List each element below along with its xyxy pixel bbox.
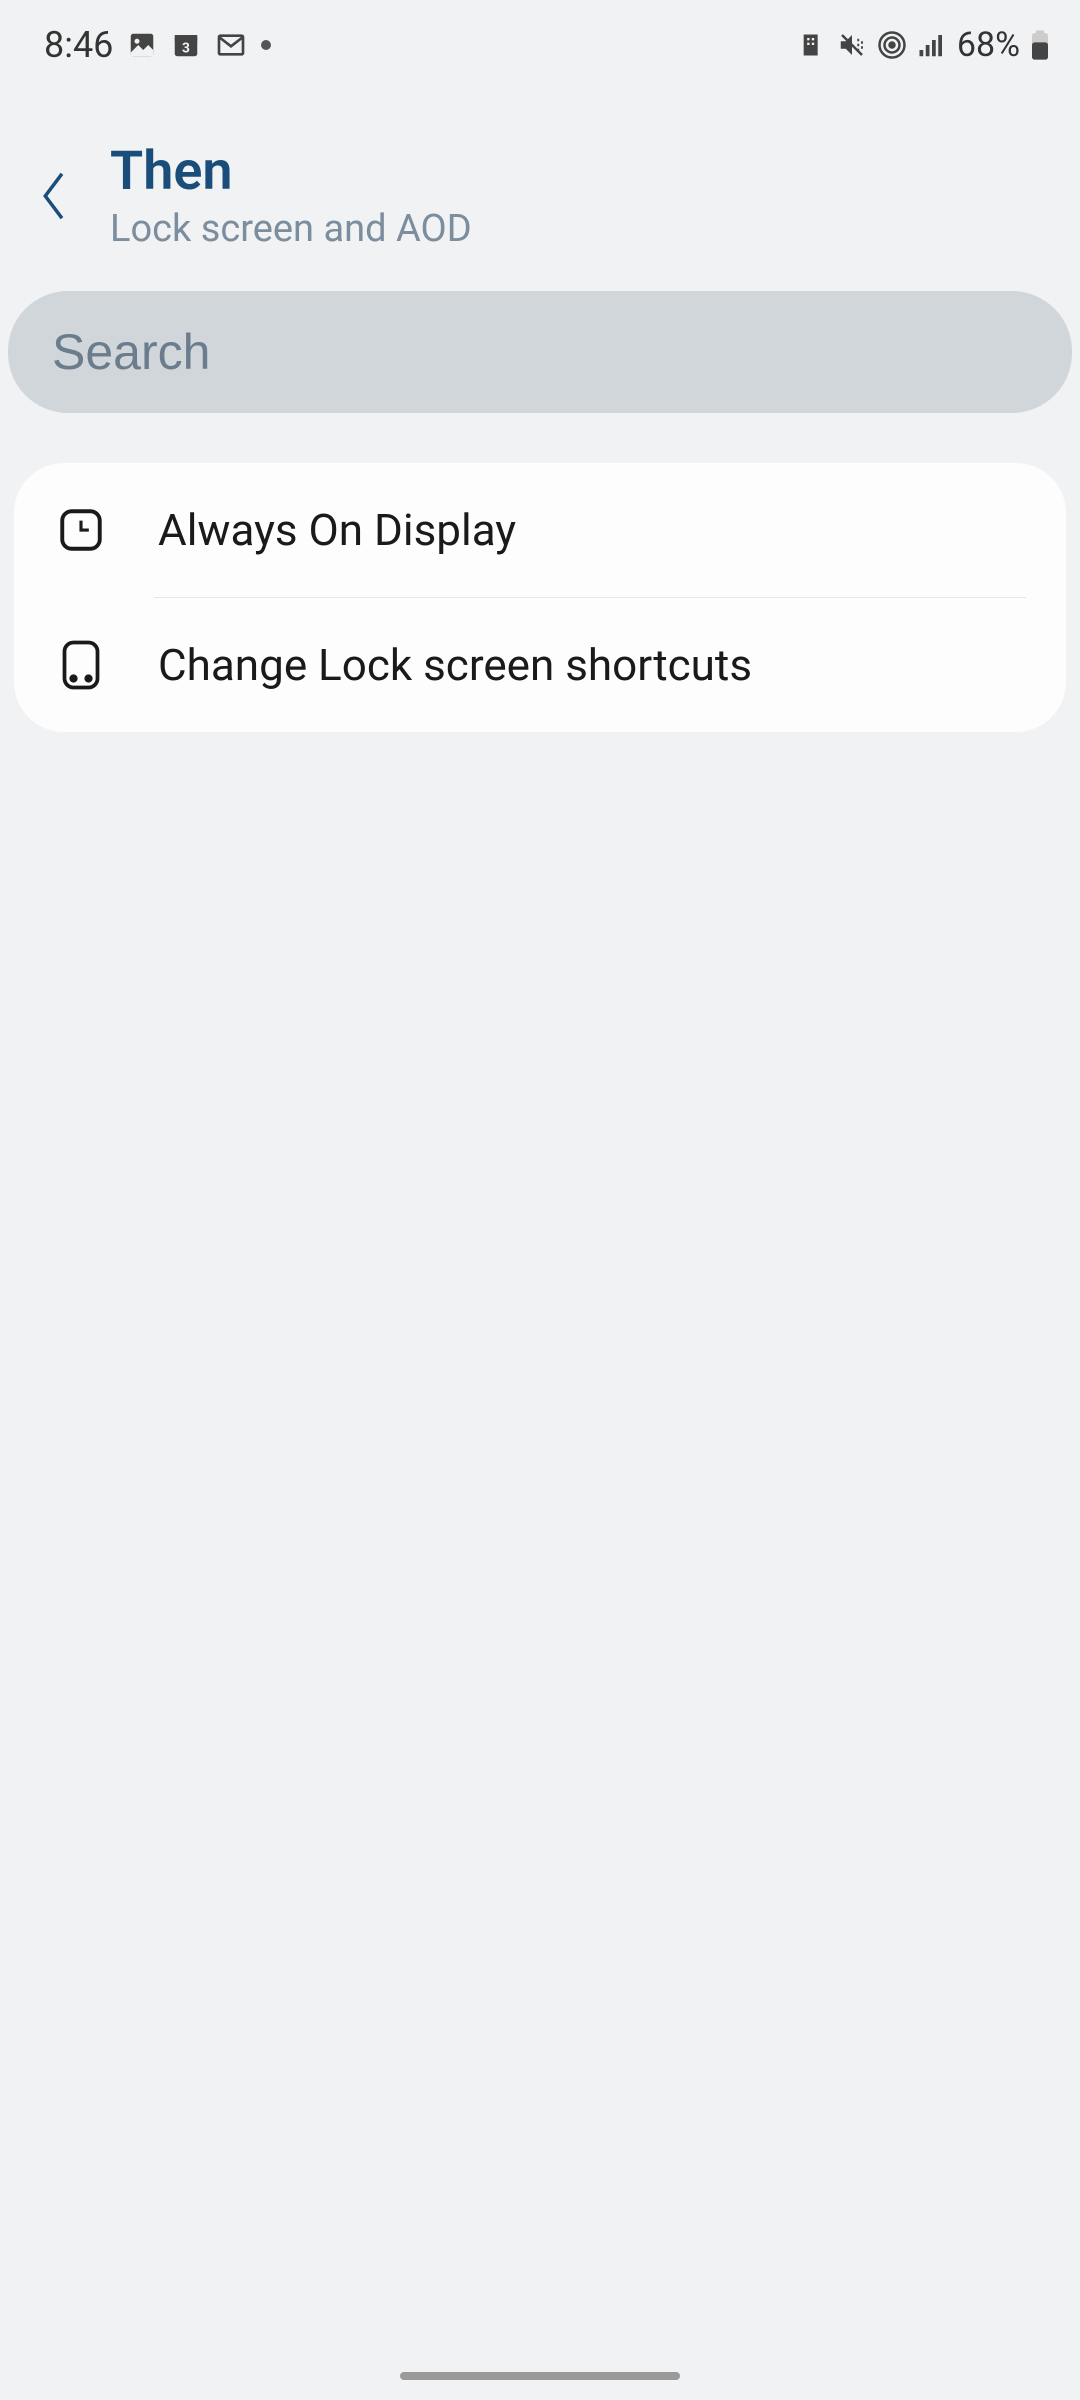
calendar-icon: 3 [171, 30, 201, 60]
header-text: Then Lock screen and AOD [110, 140, 472, 251]
option-always-on-display[interactable]: Always On Display [14, 463, 1066, 597]
status-right: 68% [799, 25, 1050, 65]
status-time: 8:46 [44, 24, 113, 66]
dot-icon [261, 40, 271, 50]
option-label: Always On Display [158, 504, 516, 556]
page-title: Then [110, 140, 472, 203]
building-icon [799, 31, 827, 59]
options-card: Always On Display Change Lock screen sho… [14, 463, 1066, 732]
search-bar[interactable] [8, 291, 1072, 413]
gmail-icon [215, 29, 247, 61]
status-left: 8:46 3 [44, 24, 271, 66]
battery-icon [1030, 29, 1050, 61]
battery-percent: 68% [957, 25, 1020, 65]
aod-icon [54, 503, 108, 557]
shortcuts-icon [54, 638, 108, 692]
signal-icon [917, 30, 947, 60]
option-change-lock-shortcuts[interactable]: Change Lock screen shortcuts [14, 598, 1066, 732]
chevron-left-icon [40, 171, 70, 221]
search-input[interactable] [52, 323, 1028, 381]
back-button[interactable] [30, 156, 80, 236]
hotspot-icon [877, 30, 907, 60]
status-bar: 8:46 3 68% [0, 0, 1080, 80]
page-subtitle: Lock screen and AOD [110, 207, 472, 251]
photo-icon [127, 30, 157, 60]
mute-vibrate-icon [837, 30, 867, 60]
navigation-handle[interactable] [400, 2372, 680, 2380]
page-header: Then Lock screen and AOD [0, 80, 1080, 291]
svg-text:3: 3 [182, 41, 190, 57]
option-label: Change Lock screen shortcuts [158, 639, 752, 691]
